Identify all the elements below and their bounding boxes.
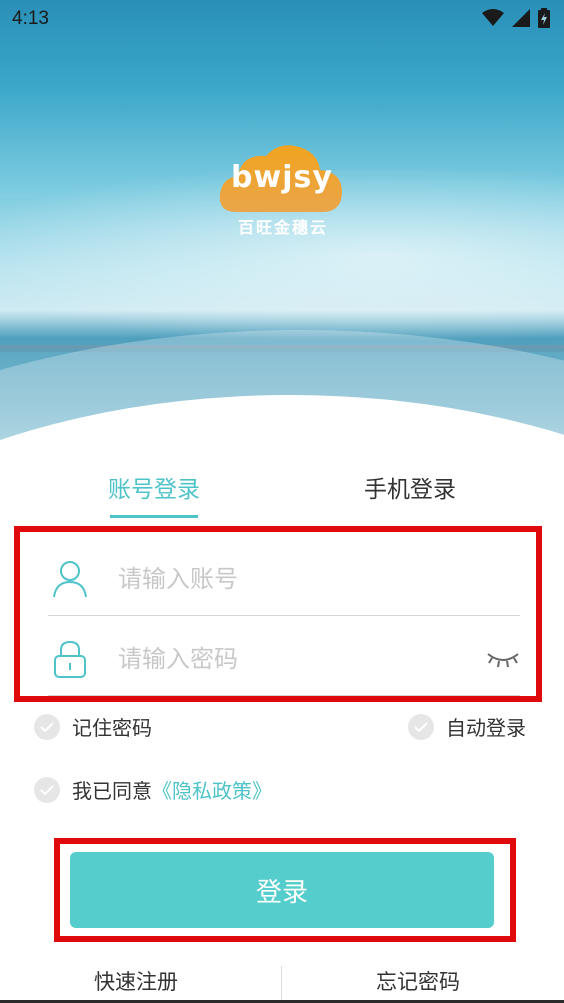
tab-account-login[interactable]: 账号登录 bbox=[80, 470, 228, 520]
agree-policy-checkbox[interactable]: 我已同意 《隐私政策》 bbox=[34, 775, 272, 804]
user-icon bbox=[53, 561, 87, 598]
remember-password-checkbox[interactable]: 记住密码 bbox=[34, 712, 152, 741]
app-logo: bwjsy 百旺金穗云 bbox=[218, 142, 346, 238]
login-form bbox=[14, 526, 542, 702]
password-field bbox=[48, 622, 520, 696]
password-input[interactable] bbox=[118, 636, 458, 682]
remember-password-label: 记住密码 bbox=[72, 716, 152, 740]
login-tabs: 账号登录 手机登录 bbox=[0, 470, 564, 526]
lock-icon bbox=[54, 640, 86, 678]
battery-icon bbox=[538, 8, 550, 28]
logo-brand: bwjsy bbox=[231, 160, 333, 195]
status-bar: 4:13 bbox=[0, 0, 564, 38]
checkmark-icon bbox=[408, 713, 434, 740]
username-input[interactable] bbox=[118, 556, 458, 602]
forgot-password-link[interactable]: 忘记密码 bbox=[376, 966, 460, 996]
status-time: 4:13 bbox=[12, 8, 49, 29]
username-field bbox=[48, 542, 520, 616]
signal-icon bbox=[512, 9, 530, 27]
auto-login-label: 自动登录 bbox=[446, 716, 526, 740]
bottom-links: 快速注册 忘记密码 bbox=[0, 964, 564, 1003]
agree-label: 我已同意 bbox=[72, 779, 152, 803]
checkmark-icon bbox=[34, 713, 60, 740]
eye-closed-icon[interactable] bbox=[486, 648, 520, 670]
auto-login-checkbox[interactable]: 自动登录 bbox=[408, 712, 526, 741]
checkmark-icon bbox=[34, 776, 60, 803]
privacy-policy-link[interactable]: 《隐私政策》 bbox=[152, 775, 272, 804]
active-tab-indicator bbox=[110, 515, 198, 518]
login-button[interactable]: 登录 bbox=[70, 852, 494, 928]
status-icons bbox=[482, 8, 550, 28]
tab-phone-login[interactable]: 手机登录 bbox=[336, 470, 484, 520]
wifi-icon bbox=[482, 9, 504, 26]
logo-subtitle: 百旺金穗云 bbox=[237, 218, 328, 237]
divider bbox=[281, 966, 282, 1000]
quick-register-link[interactable]: 快速注册 bbox=[94, 966, 178, 996]
